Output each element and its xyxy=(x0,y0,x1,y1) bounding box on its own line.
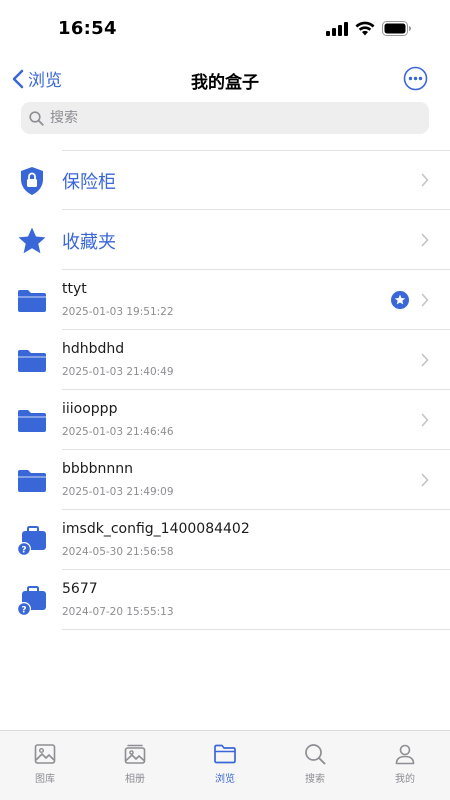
shield-lock-icon xyxy=(14,164,50,198)
tab-label: 图库 xyxy=(35,774,55,785)
item-date: 2025-01-03 21:46:46 xyxy=(62,426,174,438)
search-icon xyxy=(305,744,326,765)
list-item-folder[interactable]: iiiooppp 2025-01-03 21:46:46 xyxy=(0,390,450,450)
tab-gallery[interactable]: 图库 xyxy=(0,731,90,800)
item-date: 2024-07-20 15:55:13 xyxy=(62,606,174,618)
item-date: 2025-01-03 21:40:49 xyxy=(62,366,174,378)
status-time: 16:54 xyxy=(58,18,117,39)
album-icon xyxy=(124,744,146,764)
cellular-signal-icon xyxy=(326,21,348,36)
folder-icon xyxy=(14,464,50,498)
tab-album[interactable]: 相册 xyxy=(90,731,180,800)
list-item-file[interactable]: ? imsdk_config_1400084402 2024-05-30 21:… xyxy=(0,510,450,570)
folder-icon xyxy=(14,344,50,378)
item-date: 2025-01-03 19:51:22 xyxy=(62,306,174,318)
search-input[interactable] xyxy=(50,110,410,126)
list-item-folder[interactable]: ttyt 2025-01-03 19:51:22 xyxy=(0,270,450,330)
chevron-right-icon xyxy=(421,293,429,307)
item-name: imsdk_config_1400084402 xyxy=(62,521,250,537)
list-item-folder[interactable]: hdhbdhd 2025-01-03 21:40:49 xyxy=(0,330,450,390)
svg-text:?: ? xyxy=(21,606,26,616)
chevron-right-icon xyxy=(421,173,429,187)
unknown-file-icon: ? xyxy=(14,524,50,558)
image-icon xyxy=(34,744,56,764)
item-name: ttyt xyxy=(62,281,87,297)
item-date: 2024-05-30 21:56:58 xyxy=(62,546,174,558)
star-icon xyxy=(14,224,50,258)
list-item-favorites[interactable]: 收藏夹 xyxy=(0,210,450,270)
favorites-label: 收藏夹 xyxy=(62,232,116,253)
item-name: hdhbdhd xyxy=(62,341,125,357)
folder-outline-icon xyxy=(214,744,236,764)
starred-badge-icon xyxy=(391,291,409,309)
tab-label: 相册 xyxy=(125,774,145,785)
person-icon xyxy=(395,744,415,765)
vault-label: 保险柜 xyxy=(62,172,116,193)
chevron-right-icon xyxy=(421,413,429,427)
chevron-right-icon xyxy=(421,353,429,367)
svg-text:?: ? xyxy=(21,546,26,556)
navigation-bar: 浏览 我的盒子 xyxy=(0,58,450,100)
item-name: bbbbnnnn xyxy=(62,461,134,477)
back-button-label: 浏览 xyxy=(28,71,62,91)
tab-profile[interactable]: 我的 xyxy=(360,731,450,800)
search-bar[interactable] xyxy=(21,102,429,134)
tab-label: 浏览 xyxy=(215,774,235,785)
folder-icon xyxy=(14,284,50,318)
status-icons xyxy=(326,21,412,36)
page-title: 我的盒子 xyxy=(191,73,259,93)
chevron-right-icon xyxy=(421,473,429,487)
tab-browse[interactable]: 浏览 xyxy=(180,731,270,800)
status-bar: 16:54 xyxy=(0,0,450,58)
chevron-right-icon xyxy=(421,233,429,247)
back-button[interactable]: 浏览 xyxy=(12,66,62,91)
chevron-left-icon xyxy=(12,69,24,88)
list-item-file[interactable]: ? 5677 2024-07-20 15:55:13 xyxy=(0,570,450,630)
item-name: 5677 xyxy=(62,581,98,597)
item-date: 2025-01-03 21:49:09 xyxy=(62,486,174,498)
folder-icon xyxy=(14,404,50,438)
search-icon xyxy=(29,110,44,126)
item-name: iiiooppp xyxy=(62,401,118,417)
tab-label: 搜索 xyxy=(305,774,325,785)
wifi-icon xyxy=(355,21,375,36)
battery-icon xyxy=(382,21,411,36)
divider xyxy=(62,629,450,630)
tab-search[interactable]: 搜索 xyxy=(270,731,360,800)
list-item-folder[interactable]: bbbbnnnn 2025-01-03 21:49:09 xyxy=(0,450,450,510)
more-options-icon[interactable] xyxy=(403,66,428,91)
tab-label: 我的 xyxy=(395,774,415,785)
list-item-vault[interactable]: 保险柜 xyxy=(0,150,450,210)
tab-bar: 图库 相册 浏览 搜索 我的 xyxy=(0,730,450,800)
unknown-file-icon: ? xyxy=(14,584,50,618)
